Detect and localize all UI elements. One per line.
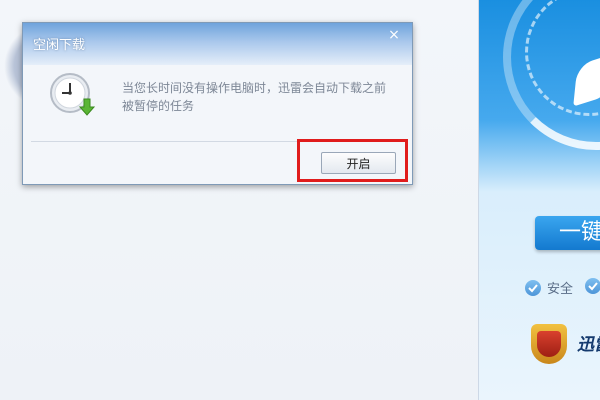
right-panel: 一键 安全 迅雷 <box>478 0 600 400</box>
dialog-title: 空闲下载 <box>33 38 86 53</box>
shield-badge-icon <box>531 324 567 364</box>
clock-download-icon <box>49 71 97 119</box>
check-icon <box>585 278 600 294</box>
dialog-message: 当您长时间没有操作电脑时，迅雷会自动下载之前被暂停的任务 <box>122 81 387 113</box>
brand-text: 迅雷 <box>577 335 600 355</box>
shield-inner <box>537 331 561 357</box>
close-icon[interactable]: × <box>386 27 402 43</box>
dialog-titlebar[interactable]: 空闲下载 × <box>23 23 412 65</box>
check-icon <box>525 279 541 296</box>
highlight-box <box>297 139 408 182</box>
one-click-button[interactable]: 一键 <box>535 216 600 250</box>
safe-row: 安全 <box>525 278 573 297</box>
safe-label: 安全 <box>547 282 574 297</box>
